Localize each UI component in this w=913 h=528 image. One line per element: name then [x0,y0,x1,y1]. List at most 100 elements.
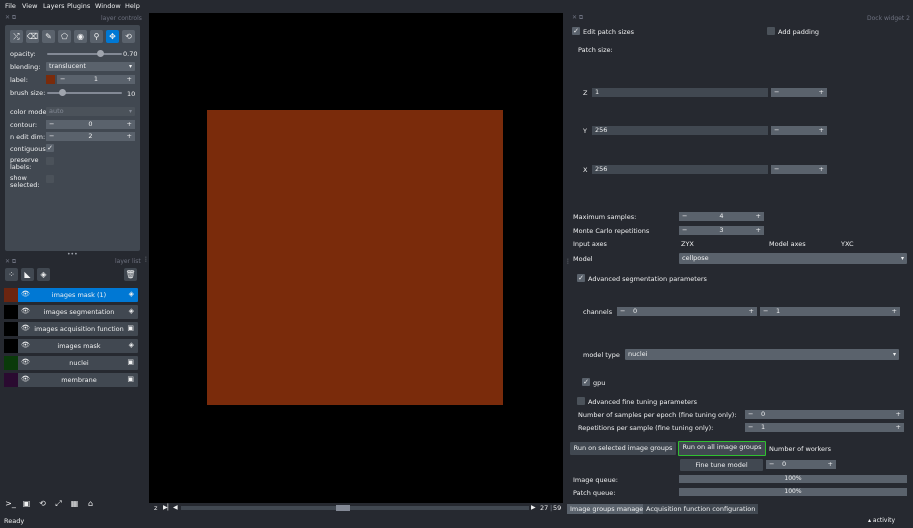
plus-icon[interactable]: + [892,307,897,316]
menu-view[interactable]: View [22,2,37,10]
eye-icon[interactable]: 👁 [21,341,30,349]
eye-icon[interactable]: 👁 [21,375,30,383]
layer-row[interactable]: 👁 images segmentation ◈ [4,305,138,319]
plus-icon[interactable]: + [127,132,132,141]
console-icon[interactable]: >_ [4,497,17,510]
menu-layers[interactable]: Layers [43,2,65,10]
show-selected-checkbox[interactable] [46,175,54,183]
ft-samples-spinbox[interactable]: −0 + [745,410,904,419]
viewer-canvas[interactable] [149,13,563,503]
home-icon[interactable]: ⌂ [84,497,97,510]
plus-icon[interactable]: + [749,307,754,316]
max-samples-spinbox[interactable]: −4 + [679,212,764,221]
menu-window[interactable]: Window [95,2,121,10]
plus-icon[interactable]: + [819,126,824,135]
minus-icon[interactable]: − [748,423,753,432]
step-forward-icon[interactable]: ▶ [531,504,536,511]
pan-icon[interactable]: ✥ [106,30,119,43]
eye-icon[interactable]: 👁 [21,290,30,298]
plus-icon[interactable]: + [756,226,761,235]
splitter-handle-icon[interactable]: ••• [67,251,78,258]
plus-icon[interactable]: + [127,75,132,84]
workers-spinbox[interactable]: −0 + [766,460,836,469]
opacity-slider[interactable] [47,53,122,55]
tab-acquisition-function-configuration[interactable]: Acquisition function configuration [643,504,759,514]
layer-row[interactable]: 👁 images mask ◈ [4,339,138,353]
n-edit-dim-spinbox[interactable]: −2 + [46,132,135,141]
label-color-swatch[interactable] [46,75,55,84]
transpose-icon[interactable]: ⤢ [52,497,65,510]
new-labels-layer-icon[interactable]: ◈ [37,268,50,281]
patch-y-spinbox[interactable]: − + [771,126,827,135]
minus-icon[interactable]: − [774,126,779,135]
ndisplay-icon[interactable]: ▣ [20,497,33,510]
minus-icon[interactable]: − [774,88,779,97]
plus-icon[interactable]: + [756,212,761,221]
delete-layer-icon[interactable]: 🗑 [124,268,137,281]
left-splitter-icon[interactable]: ⋮ [143,256,149,263]
layer-row[interactable]: 👁 images acquisition function ▣ [4,322,138,336]
step-back-icon[interactable]: ◀ [173,504,178,511]
model-type-combobox[interactable]: nuclei ▾ [625,349,899,360]
contour-spinbox[interactable]: −0 + [46,120,135,129]
eraser-icon[interactable]: ⌫ [26,30,39,43]
fill-icon[interactable]: ◉ [74,30,87,43]
eye-icon[interactable]: 👁 [21,324,30,332]
channel-2-spinbox[interactable]: −1 + [760,307,900,316]
tab-image-groups-manager[interactable]: Image groups manager [567,504,649,514]
menu-help[interactable]: Help [125,2,140,10]
adv-ft-checkbox[interactable] [577,397,585,405]
shuffle-icon[interactable]: ⤮ [10,30,23,43]
menu-file[interactable]: File [5,2,16,10]
plus-icon[interactable]: + [819,88,824,97]
dock-splitter-icon[interactable]: ⋮ [565,258,571,265]
plus-icon[interactable]: + [896,423,901,432]
plus-icon[interactable]: + [819,165,824,174]
layer-row[interactable]: 👁 images mask (1) ◈ [4,288,138,302]
ft-reps-spinbox[interactable]: −1 + [745,423,904,432]
contiguous-checkbox[interactable]: ✓ [46,144,54,152]
opacity-slider-handle[interactable] [96,50,104,57]
add-padding-checkbox[interactable] [767,27,775,35]
preserve-labels-checkbox[interactable] [46,157,54,165]
grid-icon[interactable]: ▦ [68,497,81,510]
menu-plugins[interactable]: Plugins [67,2,90,10]
monte-carlo-spinbox[interactable]: −3 + [679,226,764,235]
plus-icon[interactable]: + [828,460,833,469]
layer-row[interactable]: 👁 membrane ▣ [4,373,138,387]
minus-icon[interactable]: − [748,410,753,419]
channel-1-spinbox[interactable]: −0 + [617,307,757,316]
run-selected-button[interactable]: Run on selected image groups [570,442,676,455]
minus-icon[interactable]: − [620,307,625,316]
run-all-button[interactable]: Run on all image groups [678,441,766,456]
dock-close-float-icon[interactable]: ✕ ⧉ [5,14,16,22]
gpu-checkbox[interactable]: ✓ [582,378,590,386]
dims-slider-track[interactable] [181,505,529,511]
dims-slider-handle[interactable] [336,505,350,511]
patch-x-spinbox[interactable]: − + [771,165,827,174]
fine-tune-button[interactable]: Fine tune model [680,459,763,471]
minus-icon[interactable]: − [769,460,774,469]
plus-icon[interactable]: + [896,410,901,419]
brush-size-slider-handle[interactable] [59,89,66,96]
minus-icon[interactable]: − [763,307,768,316]
new-points-layer-icon[interactable]: ⁘ [5,268,18,281]
play-icon[interactable]: ▶▏ [163,504,172,511]
edit-patch-sizes-checkbox[interactable]: ✓ [572,27,580,35]
patch-y-input[interactable]: 256 [592,126,768,135]
dock-close-float-icon[interactable]: ✕ ⧉ [572,14,583,22]
adv-seg-checkbox[interactable]: ✓ [577,274,585,282]
eye-icon[interactable]: 👁 [21,307,30,315]
plus-icon[interactable]: + [127,120,132,129]
patch-z-input[interactable]: 1 [592,88,768,97]
minus-icon[interactable]: − [774,165,779,174]
dock-close-float-icon[interactable]: ✕ ⧉ [5,258,16,266]
label-spinbox[interactable]: −1 + [57,75,135,84]
blending-combobox[interactable]: translucent ▾ [46,62,135,71]
roll-dims-icon[interactable]: ⟲ [36,497,49,510]
patch-z-spinbox[interactable]: − + [771,88,827,97]
layer-row[interactable]: 👁 nuclei ▣ [4,356,138,370]
eye-icon[interactable]: 👁 [21,358,30,366]
transform-icon[interactable]: ⟲ [122,30,135,43]
color-mode-combobox[interactable]: auto ▾ [46,107,135,116]
